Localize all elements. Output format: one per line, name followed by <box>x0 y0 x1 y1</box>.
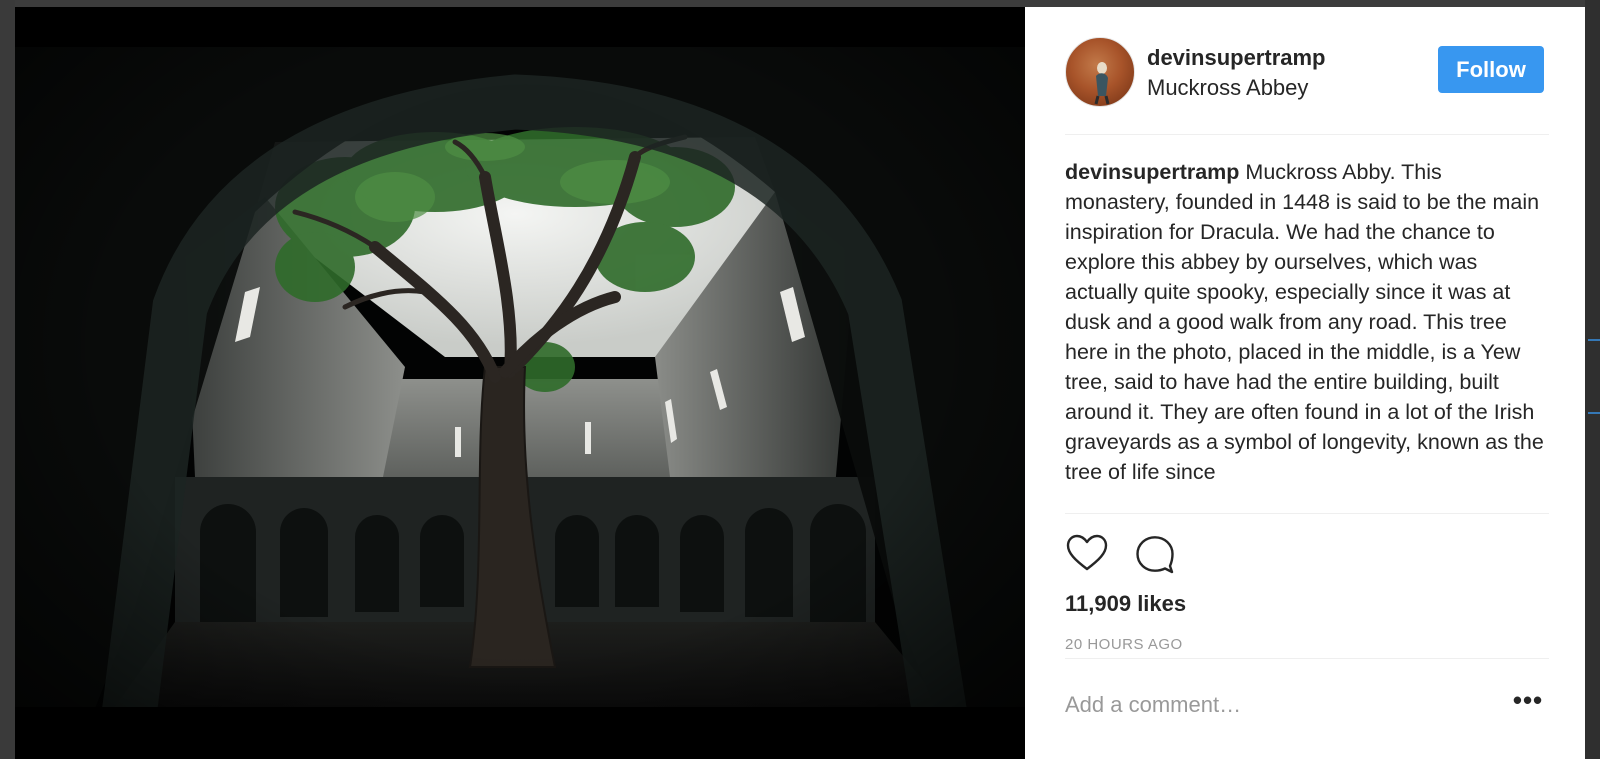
comment-divider <box>1065 658 1549 659</box>
like-count[interactable]: 11,909 likes <box>1065 591 1186 617</box>
follow-button[interactable]: Follow <box>1438 46 1544 93</box>
post-header: devinsupertramp Muckross Abbey Follow <box>1065 37 1549 113</box>
header-divider <box>1065 134 1549 135</box>
caption-divider <box>1065 513 1549 514</box>
window-top-strip <box>0 0 1600 7</box>
post-timestamp[interactable]: 20 HOURS AGO <box>1065 636 1183 653</box>
post-caption: devinsupertramp Muckross Abby. This mona… <box>1065 157 1549 515</box>
caption-text: Muckross Abby. This monastery, founded i… <box>1065 160 1544 484</box>
backdrop-edge-mark <box>1588 412 1600 414</box>
action-bar <box>1065 532 1265 578</box>
avatar[interactable] <box>1065 37 1135 107</box>
ellipsis-icon[interactable]: ••• <box>1510 687 1546 715</box>
heart-outline-icon[interactable] <box>1065 532 1109 576</box>
avatar-image <box>1094 62 1110 105</box>
comment-input[interactable] <box>1065 687 1495 723</box>
modal-backdrop-left <box>0 0 15 759</box>
post-details-panel: devinsupertramp Muckross Abbey Follow de… <box>1025 7 1585 759</box>
speech-bubble-icon[interactable] <box>1133 532 1177 576</box>
backdrop-edge-mark <box>1588 339 1600 341</box>
location-link[interactable]: Muckross Abbey <box>1147 75 1308 101</box>
modal-backdrop-right <box>1585 0 1600 759</box>
username[interactable]: devinsupertramp <box>1147 45 1326 71</box>
caption-username[interactable]: devinsupertramp <box>1065 160 1239 184</box>
abbey-courtyard-photo <box>15 7 1025 759</box>
post-photo[interactable] <box>15 7 1025 759</box>
